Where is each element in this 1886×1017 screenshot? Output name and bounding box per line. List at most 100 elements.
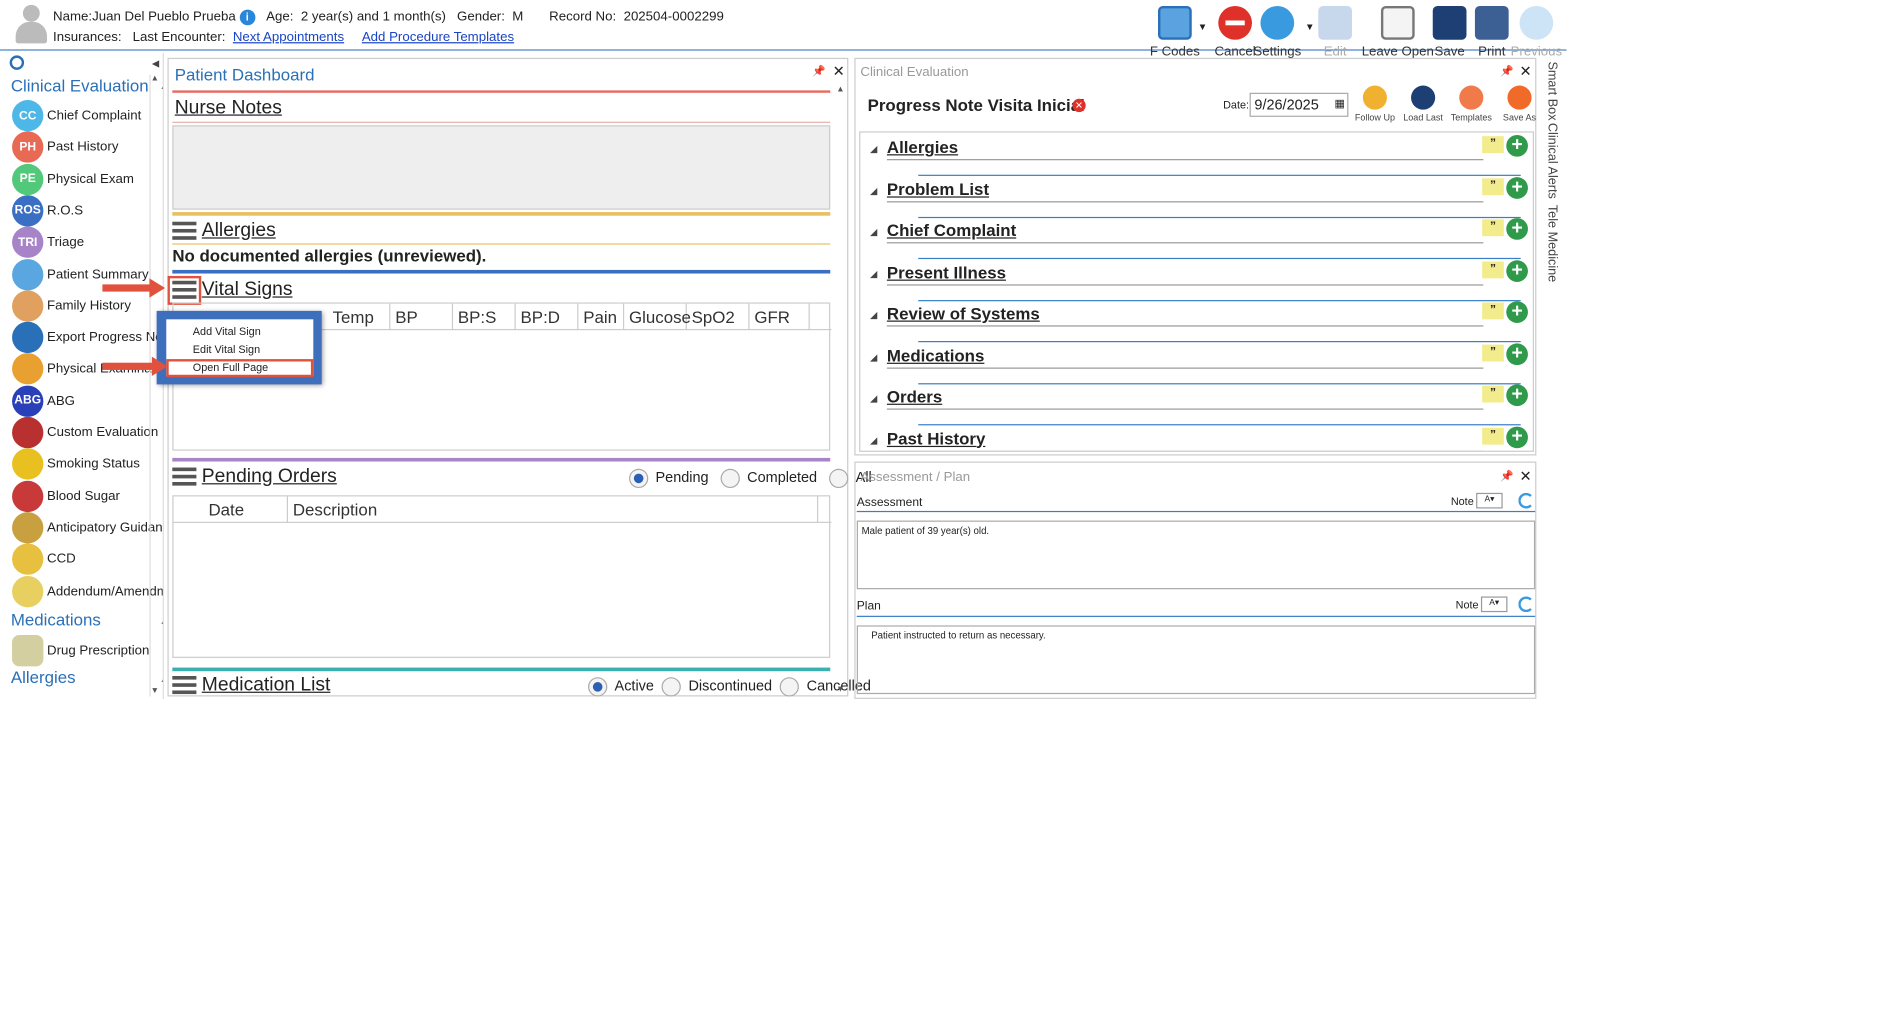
previous-button[interactable]: Previous (1506, 0, 1566, 59)
sidebar-item-r-o-s[interactable]: ROS R.O.S (12, 194, 83, 228)
allergies-menu-icon[interactable] (172, 221, 197, 240)
follow-up-button[interactable]: Follow Up (1350, 85, 1401, 123)
nurse-notes-title[interactable]: Nurse Notes (175, 98, 282, 120)
clinical-alerts-tab[interactable]: Clinical Alerts (1545, 123, 1559, 199)
allergies-title[interactable]: Allergies (202, 221, 276, 241)
expand-triangle-icon[interactable]: ◢ (870, 393, 877, 404)
next-appointments-link[interactable]: Next Appointments (233, 30, 344, 44)
refresh-icon[interactable] (1518, 596, 1534, 613)
sidebar-item-drug-prescription[interactable]: Drug Prescription (12, 634, 149, 668)
close-icon[interactable]: ✕ (1520, 468, 1532, 485)
vital-signs-title[interactable]: Vital Signs (202, 280, 293, 300)
section-label[interactable]: Past History (887, 428, 985, 447)
fcodes-button[interactable]: F Codes (1145, 0, 1205, 59)
vital-signs-menu-icon[interactable] (167, 275, 202, 305)
medications-header[interactable]: Medications (11, 610, 101, 629)
open-full-page-menu-item[interactable]: Open Full Page (166, 359, 314, 378)
add-icon[interactable]: + (1506, 134, 1528, 157)
search-icon[interactable] (9, 55, 25, 70)
sidebar-item-ccd[interactable]: CCD (12, 542, 76, 576)
sidebar-item-addendum-amendments[interactable]: Addendum/Amendments (12, 574, 163, 608)
sidebar-item-smoking-status[interactable]: Smoking Status (12, 447, 140, 481)
sidebar-scrollbar[interactable]: ▲ ▼ (149, 74, 161, 697)
medication-list-menu-icon[interactable] (172, 675, 197, 695)
sidebar-item-abg[interactable]: ABG ABG (12, 384, 75, 418)
medication-list-title[interactable]: Medication List (202, 675, 331, 695)
add-procedure-templates-link[interactable]: Add Procedure Templates (362, 30, 514, 44)
quote-icon[interactable]: ” (1482, 302, 1504, 320)
section-label[interactable]: Orders (887, 387, 942, 406)
close-icon[interactable]: ✕ (833, 63, 845, 80)
edit-vital-sign-menu-item[interactable]: Edit Vital Sign (166, 341, 313, 359)
dashboard-scrollbar[interactable]: ▲ ▼ (835, 86, 847, 698)
expand-triangle-icon[interactable]: ◢ (870, 310, 877, 321)
sidebar-item-past-history[interactable]: PH Past History (12, 130, 118, 164)
completed-radio[interactable]: Completed (720, 468, 817, 489)
pending-radio[interactable]: Pending (629, 468, 709, 489)
expand-triangle-icon[interactable]: ◢ (870, 185, 877, 196)
expand-triangle-icon[interactable]: ◢ (870, 227, 877, 238)
settings-button[interactable]: Settings (1247, 0, 1307, 59)
remove-note-icon[interactable]: ✕ (1072, 98, 1086, 113)
sidebar-item-custom-evaluation[interactable]: Custom Evaluation (12, 416, 158, 450)
expand-triangle-icon[interactable]: ◢ (870, 351, 877, 362)
add-icon[interactable]: + (1506, 384, 1528, 407)
assessment-textarea[interactable]: Male patient of 39 year(s) old. (856, 520, 1536, 590)
calendar-icon[interactable]: ▦ (1335, 98, 1345, 111)
vital-col-spo2[interactable]: SpO2 (687, 303, 750, 331)
add-icon[interactable]: + (1506, 425, 1528, 448)
smart-box-tab[interactable]: Smart Box (1545, 61, 1559, 120)
pending-orders-menu-icon[interactable] (172, 467, 197, 486)
vital-col-pain[interactable]: Pain (578, 303, 625, 331)
add-icon[interactable]: + (1506, 218, 1528, 240)
clinical-evaluation-header[interactable]: Clinical Evaluation (11, 76, 149, 95)
info-icon[interactable]: i (239, 9, 256, 26)
add-icon[interactable]: + (1506, 342, 1528, 365)
sidebar-item-export-progress-notes[interactable]: Export Progress Notes (12, 321, 163, 355)
pin-icon[interactable]: 📌 (812, 65, 826, 78)
orders-col-description[interactable]: Description (288, 496, 819, 523)
expand-triangle-icon[interactable]: ◢ (870, 143, 877, 154)
quote-icon[interactable]: ” (1482, 427, 1504, 445)
sidebar-collapse-icon[interactable]: ◀ (152, 58, 159, 69)
sidebar-item-triage[interactable]: TRI Triage (12, 226, 84, 260)
section-label[interactable]: Present Illness (887, 262, 1006, 281)
active-radio[interactable]: Active (588, 677, 654, 697)
pin-icon[interactable]: 📌 (1500, 65, 1514, 78)
vital-col-temp[interactable]: Temp (328, 303, 391, 331)
expand-triangle-icon[interactable]: ◢ (870, 268, 877, 279)
date-field[interactable]: 9/26/2025 ▦ (1249, 92, 1349, 117)
plan-note-dropdown[interactable]: A▾ (1480, 596, 1508, 613)
vital-col-glucose[interactable]: Glucose (624, 303, 691, 331)
allergies-header[interactable]: Allergies (11, 668, 76, 687)
nurse-notes-box[interactable] (172, 125, 831, 210)
assessment-note-dropdown[interactable]: A▾ (1476, 492, 1503, 509)
section-past-history[interactable]: ◢ Past History ” + (870, 425, 1528, 451)
quote-icon[interactable]: ” (1482, 177, 1504, 195)
sidebar-item-family-history[interactable]: Family History (12, 289, 131, 323)
quote-icon[interactable]: ” (1482, 260, 1504, 278)
section-label[interactable]: Review of Systems (887, 304, 1040, 323)
sidebar-item-blood-sugar[interactable]: Blood Sugar (12, 479, 120, 513)
pin-icon[interactable]: 📌 (1500, 470, 1514, 483)
section-label[interactable]: Allergies (887, 137, 958, 156)
sidebar-item-physical-exam[interactable]: PE Physical Exam (12, 162, 134, 196)
templates-button[interactable]: Templates (1446, 85, 1497, 123)
add-vital-sign-menu-item[interactable]: Add Vital Sign (166, 323, 313, 341)
add-icon[interactable]: + (1506, 176, 1528, 199)
pending-orders-title[interactable]: Pending Orders (202, 466, 337, 486)
sidebar-item-anticipatory-guidance[interactable]: Anticipatory Guidance (12, 511, 163, 545)
sidebar-item-chief-complaint[interactable]: CC Chief Complaint (12, 99, 141, 133)
section-label[interactable]: Medications (887, 345, 984, 364)
section-label[interactable]: Problem List (887, 179, 989, 198)
discontinued-radio[interactable]: Discontinued (661, 677, 772, 697)
quote-icon[interactable]: ” (1482, 344, 1504, 361)
close-icon[interactable]: ✕ (1520, 63, 1532, 80)
edit-button[interactable]: Edit (1305, 0, 1365, 59)
tele-medicine-tab[interactable]: Tele Medicine (1545, 205, 1559, 282)
orders-col-date[interactable]: Date (204, 496, 288, 523)
add-icon[interactable]: + (1506, 259, 1528, 282)
refresh-icon[interactable] (1518, 492, 1534, 509)
quote-icon[interactable]: ” (1482, 219, 1504, 237)
vital-col-bp-s[interactable]: BP:S (453, 303, 516, 331)
